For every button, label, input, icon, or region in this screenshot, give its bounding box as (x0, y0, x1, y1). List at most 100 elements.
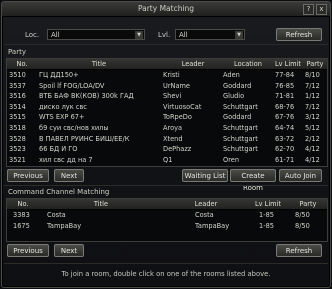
auto-join-button[interactable]: Auto Join (279, 169, 322, 182)
cell-leader: ToRpeDo (163, 113, 192, 122)
cell-no: 3516 (9, 92, 26, 101)
table-row[interactable]: 3521 хил свс дд на 7 Q1 Oren 61-71 4/12 (7, 155, 327, 166)
lvl-select[interactable]: All ▼ (175, 29, 245, 40)
join-hint-text: To join a room, double click on one of t… (61, 270, 271, 278)
cell-lv-limit: 67-76 (275, 113, 295, 122)
cell-lv-limit: 71-81 (275, 92, 295, 101)
table-row[interactable]: 1675 TampaBay TampaBay 1-85 8/50 (7, 221, 327, 232)
command-next-button[interactable]: Next (54, 244, 84, 257)
cell-no: 3528 (9, 134, 26, 143)
cell-leader: TampaBay (195, 221, 230, 230)
cell-no: 3515 (9, 113, 26, 122)
cell-title: TampaBay (47, 221, 82, 230)
col-location: Location (234, 60, 262, 68)
waiting-list-button[interactable]: Waiting List (182, 169, 228, 182)
lvl-select-value: All (179, 31, 188, 39)
cell-lv-limit: 63-72 (275, 134, 295, 143)
cell-party: 2/12 (305, 134, 320, 143)
cell-party: 1/12 (305, 92, 320, 101)
col-title: Title (93, 200, 109, 208)
col-party: Party (306, 60, 324, 68)
cell-title: Costa (47, 211, 66, 219)
chevron-down-icon: ▼ (135, 31, 143, 39)
cell-party: 7/12 (305, 81, 320, 90)
cell-party: 4/12 (305, 145, 320, 154)
cell-no: 1675 (13, 221, 30, 230)
table-row[interactable]: 3528 В ПАВЕЛ РУИНС БИШ/ЕЕ/К Xtend Schuttgar… (7, 134, 327, 145)
table-row[interactable]: 3383 Costa Costa 1-85 8/50 (7, 210, 327, 221)
cell-party: 3/12 (305, 113, 320, 122)
table-row[interactable]: 3523 66 БД И ГО DePhazz Schuttgart 62-70 4/12 (7, 144, 327, 155)
cell-location: Schuttgart (223, 145, 258, 154)
cell-lv-limit: 64-74 (275, 124, 295, 132)
cell-party: 7/12 (305, 102, 320, 111)
chevron-down-icon: ▼ (235, 31, 243, 39)
cell-party: 5/12 (305, 124, 320, 132)
party-next-button[interactable]: Next (54, 169, 84, 182)
lvl-label: Lvl. (158, 31, 171, 39)
cell-party: 8/50 (295, 221, 310, 230)
cell-no: 3510 (9, 71, 26, 79)
cell-title: 66 БД И ГО (39, 145, 78, 154)
cell-location: Schuttgart (223, 124, 258, 132)
cell-title: WTS EXP 67+ (39, 113, 85, 122)
command-section-title: Command Channel Matching (8, 188, 110, 196)
table-row[interactable]: 3514 диско лук свс VirtuosoCat Schuttgart 68… (7, 102, 327, 113)
help-button[interactable]: ? (303, 4, 314, 15)
cell-lv-limit: 76-85 (275, 81, 295, 90)
command-refresh-button[interactable]: Refresh (276, 244, 322, 257)
table-row[interactable]: 3516 BTБ БАФ BK(КОВ) 300k ГАД Shevi Gludio 7… (7, 91, 327, 102)
cell-leader: Kristi (163, 71, 180, 79)
table-row[interactable]: 3518 б9 суи свс/нов хилы Aroya Schuttgart 64… (7, 123, 327, 134)
party-table: No. Title Leader Location Lv Limit Party… (6, 58, 328, 167)
command-previous-button[interactable]: Previous (7, 244, 49, 257)
col-title: Title (91, 60, 107, 68)
cell-title: В ПАВЕЛ РУИНС БИШ/ЕЕ/К (39, 134, 130, 143)
cell-leader: Shevi (163, 92, 182, 101)
cell-title: б9 суи свс/нов хилы (39, 124, 109, 132)
cell-title: хил свс дд на 7 (39, 155, 93, 164)
loc-label: Loc. (25, 31, 40, 39)
refresh-button[interactable]: Refresh (276, 28, 322, 41)
cell-title: диско лук свс (39, 102, 87, 111)
cell-location: Goddard (223, 81, 252, 90)
cell-no: 3523 (9, 145, 26, 154)
party-previous-button[interactable]: Previous (7, 169, 49, 182)
party-table-header: No. Title Leader Location Lv Limit Party (7, 59, 327, 70)
cell-party: 8/50 (295, 211, 310, 219)
col-lv-limit: Lv Limit (274, 60, 302, 68)
cell-no: 3537 (9, 81, 26, 90)
table-row[interactable]: 3510 ГЦ ДД150+ Kristi Aden 77-84 8/10 (7, 70, 327, 81)
cell-lv-limit: 62-70 (275, 145, 295, 154)
cell-location: Oren (223, 155, 239, 164)
loc-select[interactable]: All ▼ (47, 29, 145, 40)
cell-location: Schuttgart (223, 102, 258, 111)
divider (4, 263, 328, 264)
create-room-button[interactable]: Create Room (230, 169, 276, 192)
cell-leader: Costa (195, 211, 214, 219)
col-no: No. (17, 200, 29, 208)
command-table: No. Title Leader Lv Limit Party 3383 Cost… (6, 198, 328, 242)
cell-leader: Aroya (163, 124, 183, 132)
loc-select-value: All (51, 31, 60, 39)
close-button[interactable]: x (316, 4, 327, 15)
cell-location: Aden (223, 71, 240, 79)
cell-lv-limit: 68-76 (275, 102, 295, 111)
cell-location: Schuttgart (223, 134, 258, 143)
cell-title: ГЦ ДД150+ (39, 71, 79, 79)
party-matching-window: Party Matching ? x Loc. All ▼ Lvl. All ▼… (1, 1, 331, 288)
cell-party: 8/10 (305, 71, 320, 79)
cell-party: 4/12 (305, 155, 320, 164)
table-row[interactable]: 3515 WTS EXP 67+ ToRpeDo Goddard 67-76 3/12 (7, 112, 327, 123)
table-row[interactable]: 3537 Spoil lf FOG/LOA/DV UrName Goddard 76-8… (7, 81, 327, 92)
title-bar[interactable]: Party Matching ? x (2, 2, 330, 17)
cell-leader: VirtuosoCat (163, 102, 202, 111)
party-section-title: Party (8, 48, 26, 56)
cell-no: 3514 (9, 102, 26, 111)
cell-no: 3521 (9, 155, 26, 164)
command-table-header: No. Title Leader Lv Limit Party (7, 199, 327, 210)
cell-lv-limit: 77-84 (275, 71, 295, 79)
cell-title: BTБ БАФ BK(КОВ) 300k ГАД (39, 92, 134, 101)
cell-lv-limit: 1-85 (259, 211, 274, 219)
col-leader: Leader (194, 200, 218, 208)
